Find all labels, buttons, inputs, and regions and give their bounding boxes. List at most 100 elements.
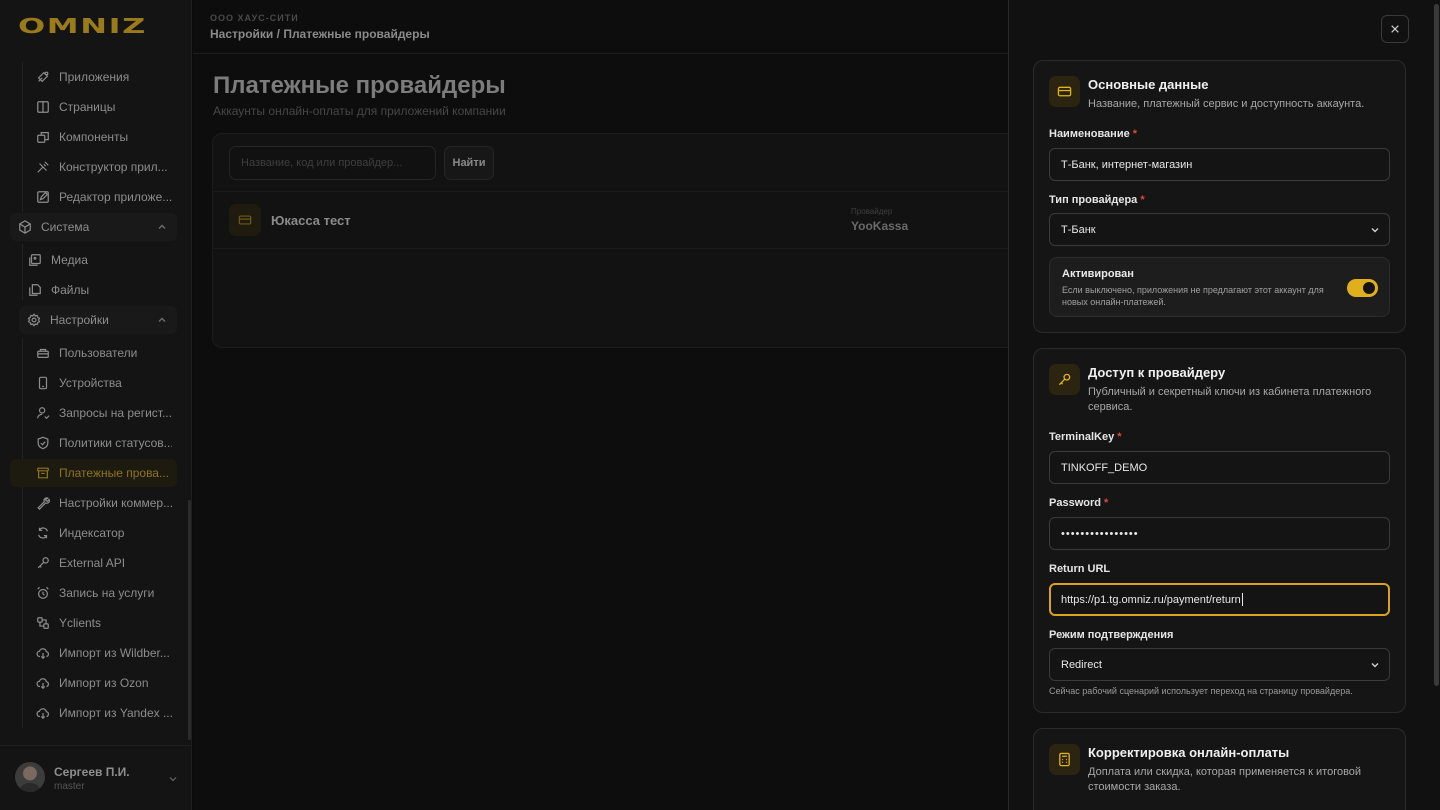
sidebar-item-label: Политики статусов... <box>59 436 172 450</box>
search-input[interactable]: Название, код или провайдер... <box>229 146 436 180</box>
sidebar-item-label: Компоненты <box>59 130 129 144</box>
label-text: Тип провайдера <box>1049 194 1138 206</box>
providers-card: Название, код или провайдер... Найти Юка… <box>212 133 1033 348</box>
sidebar-item-label: Запросы на регист... <box>59 406 172 420</box>
sidebar-item-files[interactable]: Файлы <box>12 276 162 304</box>
sidebar-group-label: Система <box>41 220 90 234</box>
policy-icon <box>36 436 50 450</box>
sidebar-item-pages[interactable]: Страницы <box>22 93 172 121</box>
yclients-icon <box>36 616 50 630</box>
sidebar-item-commerce-settings[interactable]: Настройки коммер... <box>22 489 172 517</box>
sidebar-group-settings[interactable]: Настройки <box>19 306 177 334</box>
breadcrumb[interactable]: Настройки / Платежные провайдеры <box>210 27 430 41</box>
terminal-key-field[interactable]: TINKOFF_DEMO <box>1049 451 1390 484</box>
provider-label: Провайдер <box>851 207 893 216</box>
cloud-import-icon <box>36 646 50 660</box>
omniz-logo[interactable]: OMNIZ <box>18 14 145 38</box>
sidebar-item-import-wildberries[interactable]: Импорт из Wildber... <box>22 639 172 667</box>
cloud-import-icon <box>36 706 50 720</box>
sidebar-item-label: Импорт из Ozon <box>59 676 149 690</box>
sidebar-item-label: Конструктор прил... <box>59 160 168 174</box>
section-title: Доступ к провайдеру <box>1088 365 1226 380</box>
table-row[interactable]: Юкасса тест Провайдер YooKassa <box>213 191 1033 249</box>
confirmation-mode-select[interactable]: Redirect <box>1049 648 1390 681</box>
section-description: Публичный и секретный ключи из кабинета … <box>1088 386 1372 413</box>
terminal-key-label: TerminalKey * <box>1049 431 1122 443</box>
return-url-field[interactable]: https://p1.tg.omniz.ru/payment/return <box>1049 583 1390 616</box>
sidebar-item-label: Страницы <box>59 100 116 114</box>
sidebar-item-label: Медиа <box>51 253 88 267</box>
label-text: TerminalKey <box>1049 431 1115 443</box>
sidebar-item-registration-requests[interactable]: Запросы на регист... <box>22 399 172 427</box>
media-icon <box>28 253 42 267</box>
sidebar-item-label: External API <box>59 556 126 570</box>
sidebar-item-import-yandex[interactable]: Импорт из Yandex ... <box>22 699 172 727</box>
user-profile[interactable]: Сергеев П.И. master <box>0 745 192 810</box>
section-title: Основные данные <box>1088 77 1209 92</box>
label-text: Наименование <box>1049 128 1130 140</box>
sidebar-item-label: Yclients <box>59 616 102 630</box>
password-field[interactable]: •••••••••••••••• <box>1049 517 1390 550</box>
provider-type-select[interactable]: Т-Банк <box>1049 213 1390 246</box>
main-content: ООО ХАУС-СИТИ Настройки / Платежные пров… <box>193 0 1033 810</box>
company-name: ООО ХАУС-СИТИ <box>210 13 299 23</box>
return-url-label: Return URL <box>1049 563 1111 575</box>
key-icon <box>36 556 50 570</box>
name-field[interactable]: Т-Банк, интернет-магазин <box>1049 148 1390 181</box>
sidebar-item-indexer[interactable]: Индексатор <box>22 519 172 547</box>
sidebar-item-media[interactable]: Медиа <box>12 246 162 274</box>
activated-toggle-row: Активирован Если выключено, приложения н… <box>1049 257 1390 317</box>
commerce-settings-icon <box>36 496 50 510</box>
settings-icon <box>27 313 41 327</box>
system-icon <box>18 220 32 234</box>
user-request-icon <box>36 406 50 420</box>
toggle-description: Если выключено, приложения не предлагают… <box>1062 285 1324 307</box>
provider-access-section: Доступ к провайдеру Публичный и секретны… <box>1033 348 1406 713</box>
app-root: OMNIZ Приложения Страницы Компоненты Кон… <box>0 0 1440 810</box>
sidebar-scrollbar[interactable] <box>188 500 191 740</box>
sidebar-item-payment-providers[interactable]: Платежные прова... <box>10 459 177 487</box>
sidebar-group-system[interactable]: Система <box>10 213 177 241</box>
cloud-import-icon <box>36 676 50 690</box>
drawer-scrollbar[interactable] <box>1434 4 1439 686</box>
required-mark: * <box>1132 128 1138 140</box>
pages-icon <box>36 100 50 114</box>
chevron-down-icon <box>169 777 177 782</box>
sidebar-item-components[interactable]: Компоненты <box>22 123 172 151</box>
page-title: Платежные провайдеры <box>213 72 506 99</box>
chevron-up-icon <box>158 224 166 229</box>
sidebar-item-import-ozon[interactable]: Импорт из Ozon <box>22 669 172 697</box>
alarm-icon <box>36 586 50 600</box>
sidebar-item-users[interactable]: Пользователи <box>22 339 172 367</box>
activated-switch[interactable] <box>1347 279 1378 297</box>
section-description: Доплата или скидка, которая применяется … <box>1088 766 1362 793</box>
payment-card-icon <box>229 204 261 236</box>
provider-value: YooKassa <box>851 219 909 233</box>
sidebar-item-status-policies[interactable]: Политики статусов... <box>22 429 172 457</box>
payment-provider-icon <box>36 466 50 480</box>
close-button[interactable] <box>1381 15 1409 43</box>
provider-type-label: Тип провайдера * <box>1049 194 1145 206</box>
sidebar-item-devices[interactable]: Устройства <box>22 369 172 397</box>
chevron-down-icon <box>1371 228 1379 233</box>
sidebar-item-builder[interactable]: Конструктор прил... <box>22 153 172 181</box>
user-name: Сергеев П.И. <box>54 765 130 779</box>
sidebar-item-label: Настройки коммер... <box>59 496 172 510</box>
find-button[interactable]: Найти <box>444 146 494 180</box>
apps-icon <box>36 70 50 84</box>
sidebar-item-apps[interactable]: Приложения <box>22 63 172 91</box>
sidebar-item-label: Запись на услуги <box>59 586 155 600</box>
sidebar-item-label: Файлы <box>51 283 90 297</box>
sidebar-item-label: Импорт из Yandex ... <box>59 706 172 720</box>
label-text: Password <box>1049 497 1101 509</box>
sidebar-item-label: Пользователи <box>59 346 138 360</box>
sidebar-item-editor[interactable]: Редактор приложе... <box>22 183 172 211</box>
sidebar-item-service-booking[interactable]: Запись на услуги <box>22 579 172 607</box>
page-subtitle: Аккаунты онлайн-оплаты для приложений ко… <box>213 104 506 118</box>
builder-icon <box>36 160 50 174</box>
key-icon <box>1049 364 1080 395</box>
sidebar-item-yclients[interactable]: Yclients <box>22 609 172 637</box>
topbar: ООО ХАУС-СИТИ Настройки / Платежные пров… <box>193 0 1008 54</box>
sidebar-item-external-api[interactable]: External API <box>22 549 172 577</box>
payment-card-icon <box>1049 76 1080 107</box>
